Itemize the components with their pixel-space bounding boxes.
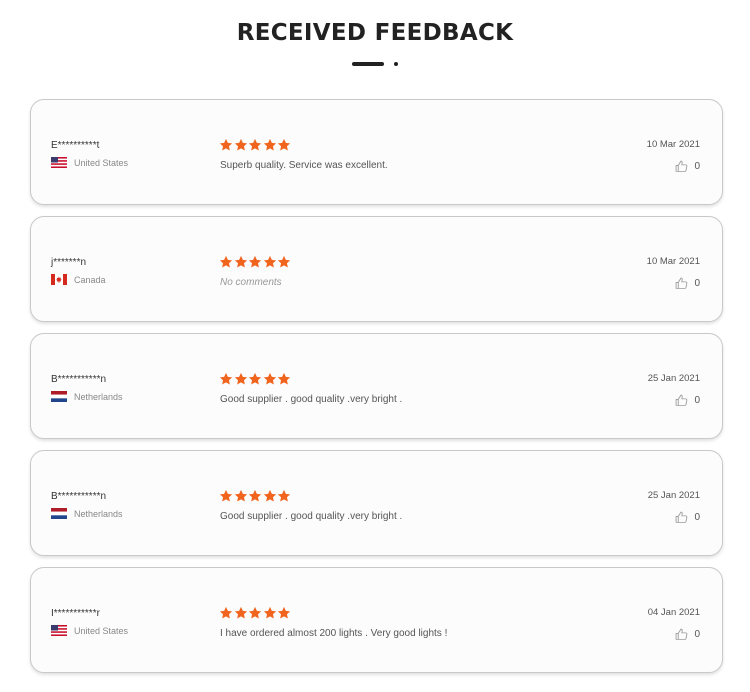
like-button[interactable]: 0 (675, 394, 700, 407)
like-button[interactable]: 0 (675, 511, 700, 524)
star-icon (234, 606, 247, 619)
us-flag-icon (51, 157, 67, 168)
review-comment: I have ordered almost 200 lights . Very … (220, 628, 448, 639)
thumbs-up-icon (676, 511, 688, 523)
reviewer-name: B***********n (51, 374, 107, 385)
page-title: RECEIVED FEEDBACK (236, 20, 514, 46)
star-rating (219, 606, 292, 620)
star-icon (277, 372, 291, 385)
star-icon (234, 138, 247, 151)
thumbs-up-icon (676, 160, 688, 172)
star-icon (234, 255, 247, 268)
reviewer-country: Netherlands (51, 391, 123, 402)
star-icon (263, 138, 276, 151)
like-count: 0 (694, 278, 700, 289)
review-comment: No comments (220, 277, 282, 288)
star-icon (219, 489, 233, 502)
star-rating (219, 255, 292, 269)
star-icon (248, 606, 262, 619)
star-icon (248, 372, 262, 385)
country-label: Netherlands (74, 508, 123, 519)
like-count: 0 (694, 629, 700, 640)
star-icon (219, 372, 233, 385)
review-card: I***********r United States I have order… (30, 567, 723, 673)
star-icon (248, 489, 262, 502)
like-count: 0 (694, 161, 700, 172)
star-icon (263, 489, 276, 502)
star-icon (234, 489, 247, 502)
nl-flag-icon (51, 508, 67, 519)
like-count: 0 (694, 395, 700, 406)
country-label: Netherlands (74, 391, 123, 402)
star-icon (234, 372, 247, 385)
star-icon (263, 372, 276, 385)
divider-dot (394, 62, 398, 66)
review-date: 25 Jan 2021 (647, 373, 700, 384)
star-icon (248, 255, 262, 268)
review-card: B***********n Netherlands Good supplier … (30, 450, 723, 556)
title-divider (352, 62, 402, 66)
divider-bar (352, 62, 384, 66)
reviewer-name: E**********t (51, 140, 100, 151)
reviewer-country: Canada (51, 274, 106, 285)
review-comment: Good supplier . good quality .very brigh… (220, 511, 403, 522)
reviewer-country: United States (51, 625, 128, 636)
review-card: B***********n Netherlands Good supplier … (30, 333, 723, 439)
reviewer-name: j*******n (51, 257, 87, 268)
reviewer-country: Netherlands (51, 508, 123, 519)
like-button[interactable]: 0 (675, 160, 700, 173)
reviewer-name: I***********r (51, 608, 100, 619)
review-date: 25 Jan 2021 (647, 490, 700, 501)
review-date: 10 Mar 2021 (646, 256, 700, 267)
country-label: United States (74, 625, 129, 636)
star-rating (219, 138, 292, 152)
review-comment: Superb quality. Service was excellent. (220, 160, 388, 171)
star-icon (277, 255, 291, 268)
us-flag-icon (51, 625, 67, 636)
ca-flag-icon (51, 274, 67, 285)
country-label: United States (74, 157, 129, 168)
star-icon (277, 606, 291, 619)
thumbs-up-icon (676, 628, 688, 640)
star-icon (219, 255, 233, 268)
thumbs-up-icon (676, 277, 688, 289)
star-icon (219, 606, 233, 619)
star-icon (277, 489, 291, 502)
review-card: j*******n Canada No comments 10 Mar 2021… (30, 216, 723, 322)
nl-flag-icon (51, 391, 67, 402)
star-rating (219, 372, 292, 386)
star-icon (263, 606, 276, 619)
reviewer-name: B***********n (51, 491, 107, 502)
like-count: 0 (694, 512, 700, 523)
star-icon (277, 138, 291, 151)
like-button[interactable]: 0 (675, 277, 700, 290)
review-comment: Good supplier . good quality .very brigh… (220, 394, 403, 405)
review-date: 10 Mar 2021 (646, 139, 700, 150)
star-rating (219, 489, 292, 503)
star-icon (248, 138, 262, 151)
reviewer-country: United States (51, 157, 128, 168)
review-card: E**********t United States Superb qualit… (30, 99, 723, 205)
thumbs-up-icon (676, 394, 688, 406)
like-button[interactable]: 0 (675, 628, 700, 641)
star-icon (219, 138, 233, 151)
review-date: 04 Jan 2021 (647, 607, 700, 618)
star-icon (263, 255, 276, 268)
country-label: Canada (74, 274, 106, 285)
